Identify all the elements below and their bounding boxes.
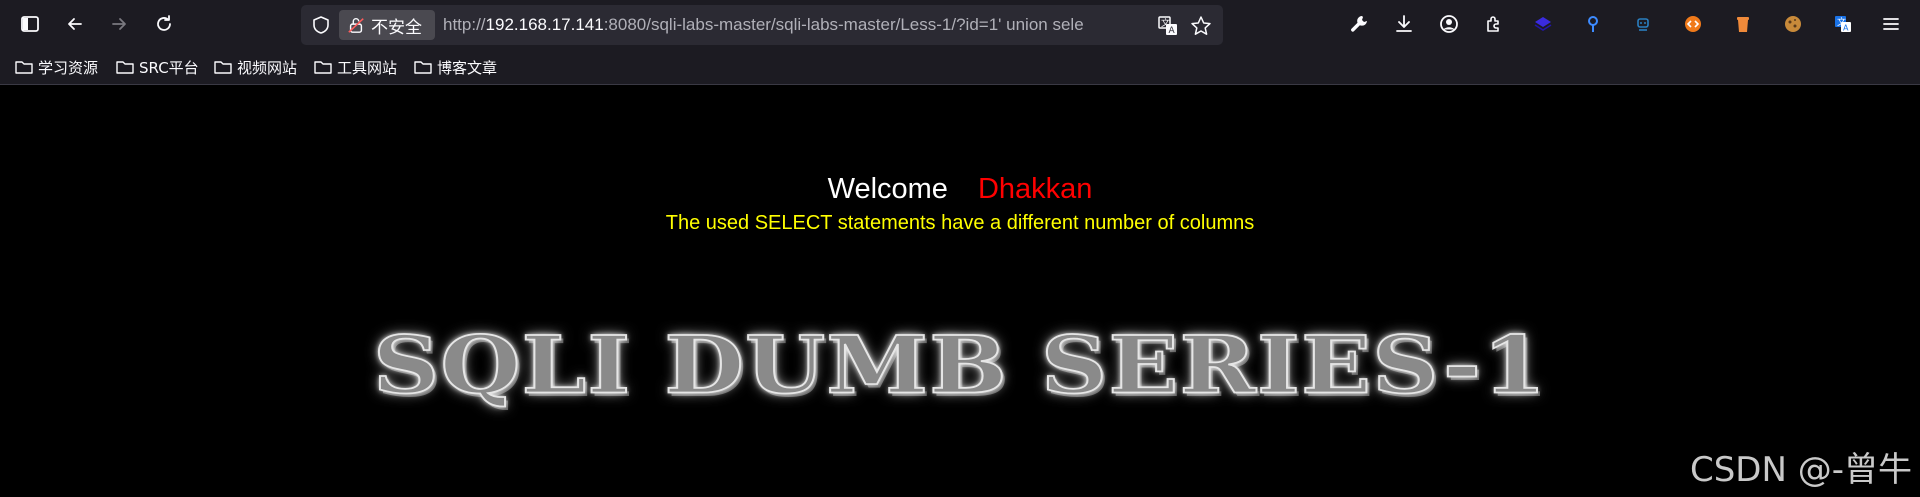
security-label: 不安全 xyxy=(371,17,422,38)
bookmark-folder-video[interactable]: 视频网站 xyxy=(214,56,297,78)
svg-text:A: A xyxy=(1169,26,1176,36)
robot-extension-icon[interactable] xyxy=(1627,8,1659,40)
menu-icon[interactable] xyxy=(1875,8,1907,40)
star-icon[interactable] xyxy=(1190,15,1212,37)
folder-icon xyxy=(214,61,232,74)
page-banner-title: SQLI DUMB SERIES-1 xyxy=(372,318,1548,413)
bookmark-folder-blog[interactable]: 博客文章 xyxy=(414,56,497,78)
user-name: Dhakkan xyxy=(977,173,1093,205)
cookie-extension-icon[interactable] xyxy=(1777,8,1809,40)
bookmark-folder-study[interactable]: 学习资源 xyxy=(15,56,98,78)
layers-extension-icon[interactable] xyxy=(1527,8,1559,40)
browser-toolbar: 不安全 http://192.168.17.141:8080/sqli-labs… xyxy=(0,0,1920,48)
bookmark-folder-tools[interactable]: 工具网站 xyxy=(314,56,397,78)
translate-icon[interactable]: 文A xyxy=(1157,15,1179,37)
csdn-watermark: CSDN @-曾牛 xyxy=(1689,450,1912,490)
folder-icon xyxy=(15,61,33,74)
pin-extension-icon[interactable] xyxy=(1577,8,1609,40)
trash-extension-icon[interactable] xyxy=(1727,8,1759,40)
translator-extension-icon[interactable]: 文A xyxy=(1827,8,1859,40)
url-path: :8080/sqli-labs-master/sqli-labs-master/… xyxy=(603,15,1084,34)
page-content: Welcome Dhakkan The used SELECT statement… xyxy=(0,86,1920,497)
reload-icon[interactable] xyxy=(148,8,180,40)
welcome-text: Welcome xyxy=(827,173,948,205)
bookmark-label: 视频网站 xyxy=(237,58,298,77)
folder-icon xyxy=(314,61,332,74)
sql-error-message: The used SELECT statements have a differ… xyxy=(665,212,1255,234)
bookmark-label: SRC平台 xyxy=(139,58,199,77)
svg-text:A: A xyxy=(1843,24,1849,33)
url-prefix: http:// xyxy=(443,15,486,34)
account-icon[interactable] xyxy=(1433,8,1465,40)
code-extension-icon[interactable] xyxy=(1677,8,1709,40)
url-text[interactable]: http://192.168.17.141:8080/sqli-labs-mas… xyxy=(443,5,1148,45)
forward-arrow-icon[interactable] xyxy=(103,8,135,40)
back-arrow-icon[interactable] xyxy=(59,8,91,40)
bookmark-folder-src[interactable]: SRC平台 xyxy=(116,56,199,78)
url-bar[interactable]: 不安全 http://192.168.17.141:8080/sqli-labs… xyxy=(301,5,1223,45)
wrench-icon[interactable] xyxy=(1343,8,1375,40)
folder-icon xyxy=(414,61,432,74)
welcome-line: Welcome Dhakkan xyxy=(0,173,1920,206)
url-host: 192.168.17.141 xyxy=(485,15,604,34)
bookmark-label: 博客文章 xyxy=(437,58,498,77)
shield-icon[interactable] xyxy=(311,15,331,35)
puzzle-icon[interactable] xyxy=(1478,8,1510,40)
security-status-button[interactable]: 不安全 xyxy=(339,10,435,40)
bookmark-label: 工具网站 xyxy=(337,58,398,77)
folder-icon xyxy=(116,61,134,74)
insecure-lock-icon xyxy=(348,18,364,33)
bookmarks-bar: 学习资源 SRC平台 视频网站 工具网站 博客文章 xyxy=(0,48,1920,85)
download-icon[interactable] xyxy=(1388,8,1420,40)
bookmark-label: 学习资源 xyxy=(38,58,99,77)
sidebar-icon[interactable] xyxy=(14,8,46,40)
